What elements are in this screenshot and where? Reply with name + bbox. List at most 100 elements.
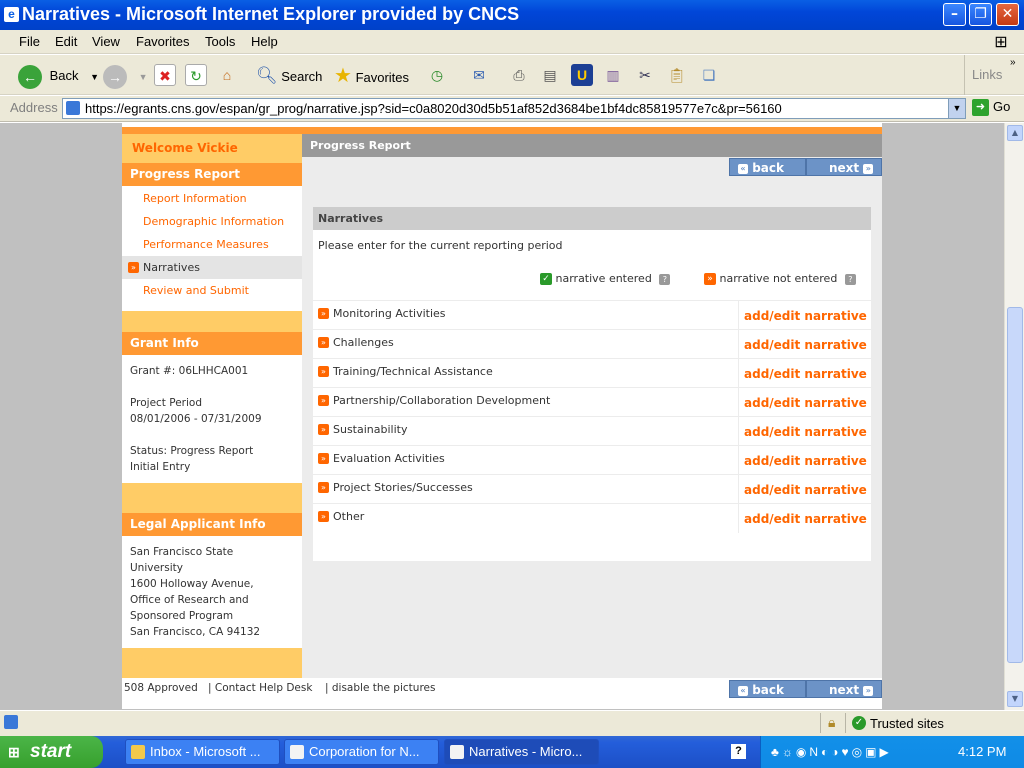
add-edit-narrative-link[interactable]: add/edit narrative (744, 483, 867, 497)
help-tray-icon[interactable]: ? (731, 744, 746, 759)
sidebar-item-narratives: Narratives (143, 261, 200, 274)
stop-icon[interactable]: ✖ (154, 64, 176, 86)
arrow-right-icon: » (318, 337, 329, 348)
menu-view[interactable]: View (92, 34, 120, 49)
legal-line: San Francisco State (130, 546, 234, 558)
cut-icon[interactable]: ✂ (634, 64, 656, 86)
footer-next-button[interactable]: next » (806, 680, 882, 698)
taskbar-button-outlook[interactable]: Inbox - Microsoft ... (125, 739, 280, 765)
paste-icon[interactable]: ❏ (698, 64, 720, 86)
menu-file[interactable]: File (19, 34, 40, 49)
forward-button[interactable]: → ▼ (103, 63, 148, 89)
window-title-bar[interactable]: e Narratives - Microsoft Internet Explor… (0, 0, 1024, 30)
menu-edit[interactable]: Edit (55, 34, 77, 49)
clock: 4:12 PM (958, 744, 1007, 759)
grant-info-heading: Grant Info (122, 332, 302, 355)
disable-pictures-link[interactable]: | disable the pictures (325, 682, 435, 694)
windows-flag-icon: ⊞ (8, 744, 20, 760)
scroll-down-icon[interactable]: ▼ (1007, 691, 1023, 707)
menu-help[interactable]: Help (251, 34, 278, 49)
welcome-text: Welcome Vickie (132, 141, 238, 155)
window-title: Narratives - Microsoft Internet Explorer… (22, 4, 520, 24)
taskbar: ⊞ start Inbox - Microsoft ... Corporatio… (0, 736, 1024, 768)
footer-back-button[interactable]: « back (729, 680, 806, 698)
back-arrow-icon: « (738, 685, 748, 696)
back-dropdown-icon[interactable]: ▼ (90, 72, 99, 82)
sidebar-item-demographic-information[interactable]: Demographic Information (143, 215, 284, 228)
project-period: 08/01/2006 - 07/31/2009 (130, 413, 262, 425)
sidebar-item-narratives-active[interactable]: » Narratives (122, 256, 302, 279)
star-icon: ★ (334, 65, 352, 87)
toolbar-u-icon[interactable]: U (571, 64, 593, 86)
tray-icons[interactable]: ♣☼◉N◐◑♥◎▣▶ (771, 745, 892, 759)
add-edit-narrative-link[interactable]: add/edit narrative (744, 512, 867, 526)
progress-report-header: Progress Report (302, 134, 882, 157)
minimize-button[interactable]: – (943, 3, 966, 26)
close-button[interactable]: ✕ (996, 3, 1019, 26)
contact-help-desk-link[interactable]: | Contact Help Desk (208, 682, 312, 694)
outlook-icon (131, 745, 145, 759)
narrative-label: » Challenges (318, 336, 394, 349)
home-icon[interactable]: ⌂ (216, 64, 238, 86)
add-edit-narrative-link[interactable]: add/edit narrative (744, 454, 867, 468)
print-icon[interactable]: ⎙ (508, 64, 530, 86)
add-edit-narrative-link[interactable]: add/edit narrative (744, 396, 867, 410)
back-button[interactable]: ← Back ▼ (18, 63, 99, 89)
edit-icon[interactable]: ▤ (539, 64, 561, 86)
links-label[interactable]: Links (972, 67, 1002, 82)
scroll-up-icon[interactable]: ▲ (1007, 125, 1023, 141)
sidebar: Welcome Vickie Progress Report Report In… (122, 134, 302, 678)
maximize-button[interactable]: ❐ (969, 3, 992, 26)
links-chevron-icon[interactable]: » (1010, 57, 1016, 68)
toolbar-divider (964, 55, 965, 95)
help-icon[interactable]: ? (844, 273, 856, 285)
start-button[interactable]: ⊞ start (0, 736, 103, 768)
menu-tools[interactable]: Tools (205, 34, 235, 49)
legend-entered: ✓ narrative entered ? (540, 272, 671, 285)
sidebar-item-review-and-submit[interactable]: Review and Submit (143, 284, 249, 297)
ie-icon (450, 745, 464, 759)
taskbar-button-corporation[interactable]: Corporation for N... (284, 739, 439, 765)
narrative-row: » Project Stories/Successes add/edit narr… (313, 474, 871, 504)
research-icon[interactable]: ▥ (602, 64, 624, 86)
add-edit-narrative-link[interactable]: add/edit narrative (744, 367, 867, 381)
add-edit-narrative-link[interactable]: add/edit narrative (744, 425, 867, 439)
history-icon[interactable]: ◷ (426, 64, 448, 86)
add-edit-narrative-link[interactable]: add/edit narrative (744, 309, 867, 323)
narrative-row: » Monitoring Activities add/edit narrativ… (313, 300, 871, 330)
menu-bar: File Edit View Favorites Tools Help ⊞ (0, 30, 1024, 54)
go-button[interactable]: ➜ Go (972, 99, 1010, 117)
progress-links-panel: Report Information Demographic Informati… (122, 186, 302, 311)
sidebar-item-performance-measures[interactable]: Performance Measures (143, 238, 269, 251)
back-nav-button[interactable]: « back (729, 158, 806, 176)
top-stripe (122, 127, 882, 134)
mail-icon[interactable]: ✉ (468, 64, 490, 86)
narrative-label: » Partnership/Collaboration Development (318, 394, 550, 407)
scroll-thumb[interactable] (1007, 307, 1023, 663)
vertical-scrollbar[interactable]: ▲ ▼ (1004, 123, 1024, 710)
address-dropdown-icon[interactable]: ▼ (948, 99, 965, 118)
narrative-label: » Evaluation Activities (318, 452, 445, 465)
menu-favorites[interactable]: Favorites (136, 34, 189, 49)
narrative-row: » Other add/edit narrative (313, 503, 871, 533)
search-button[interactable]: 🔍︎ Search (256, 63, 322, 89)
favorites-button[interactable]: ★ Favorites (334, 63, 409, 89)
forward-dropdown-icon[interactable]: ▼ (139, 72, 148, 82)
add-edit-narrative-link[interactable]: add/edit narrative (744, 338, 867, 352)
system-tray: ♣☼◉N◐◑♥◎▣▶ 4:12 PM (760, 736, 1024, 768)
legend-not-entered: » narrative not entered ? (704, 272, 856, 285)
narrative-label: » Sustainability (318, 423, 407, 436)
page-status-icon (4, 715, 18, 729)
address-input[interactable]: https://egrants.cns.gov/espan/gr_prog/na… (62, 98, 966, 119)
taskbar-button-narratives[interactable]: Narratives - Micro... (444, 739, 599, 765)
narrative-row: » Sustainability add/edit narrative (313, 416, 871, 446)
legal-line: Sponsored Program (130, 610, 234, 622)
next-nav-button[interactable]: next » (806, 158, 882, 176)
lock-icon: 🔒︎ (828, 714, 836, 730)
arrow-right-icon: » (318, 366, 329, 377)
508-approved-link[interactable]: 508 Approved (124, 682, 198, 694)
sidebar-item-report-information[interactable]: Report Information (143, 192, 247, 205)
help-icon[interactable]: ? (659, 273, 671, 285)
refresh-icon[interactable]: ↻ (185, 64, 207, 86)
copy-icon[interactable]: 📋︎ (666, 64, 688, 86)
